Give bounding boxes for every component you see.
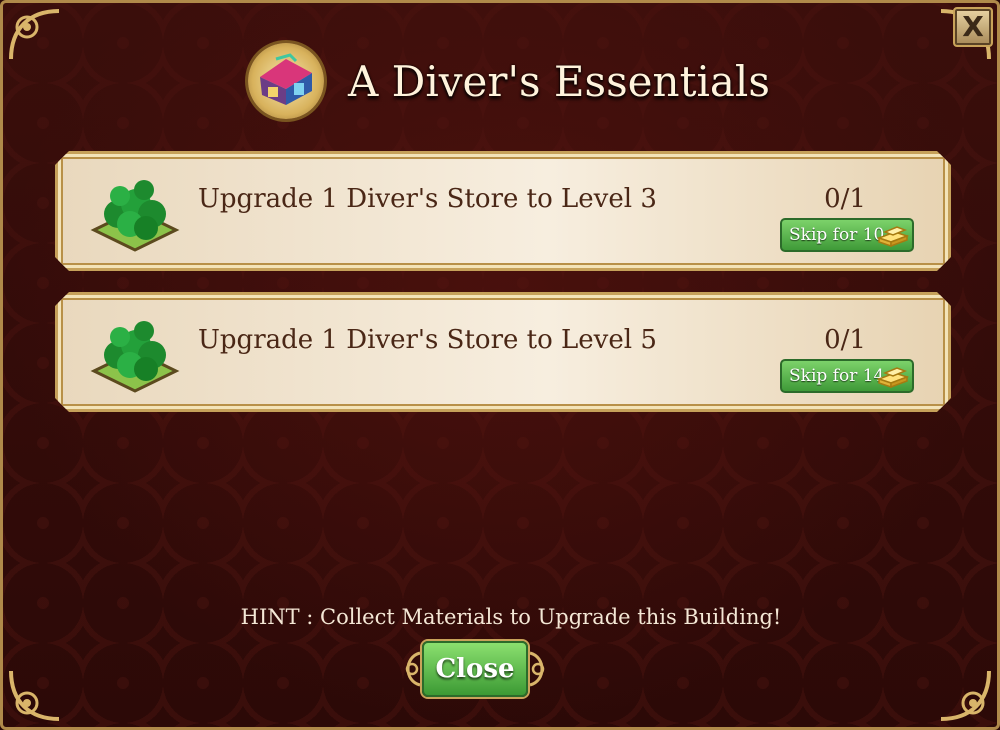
tree-plot-icon [90,315,180,395]
skip-button[interactable]: Skip for 10 [780,218,914,252]
close-x-button[interactable]: X [953,7,993,47]
hint-text: HINT : Collect Materials to Upgrade this… [240,605,782,629]
corner-ornament-icon [5,5,65,65]
task-progress: 0/1 [824,325,866,355]
dialog-title: A Diver's Essentials [348,56,770,106]
gold-bar-icon [877,224,909,248]
quest-dialog: X A Diver's Essentials Upgrade 1 Diver's… [0,0,1000,730]
task-description: Upgrade 1 Diver's Store to Level 5 [198,325,657,355]
task-row: Upgrade 1 Diver's Store to Level 5 0/1 S… [55,292,951,412]
scroll-ornament-icon [529,651,545,687]
close-button-group: Close [400,639,550,699]
task-row: Upgrade 1 Diver's Store to Level 3 0/1 S… [55,151,951,271]
close-button[interactable]: Close [422,641,528,697]
task-description: Upgrade 1 Diver's Store to Level 3 [198,184,657,214]
tree-plot-icon [90,174,180,254]
skip-button-label: Skip for 10 [789,225,885,245]
task-progress: 0/1 [824,184,866,214]
skip-button-label: Skip for 14 [789,366,885,386]
skip-button[interactable]: Skip for 14 [780,359,914,393]
gold-bar-icon [877,365,909,389]
dialog-header: A Diver's Essentials [248,41,770,121]
corner-ornament-icon [5,665,65,725]
scroll-ornament-icon [405,651,421,687]
corner-ornament-icon [935,665,995,725]
diver-store-building-icon [248,43,324,119]
